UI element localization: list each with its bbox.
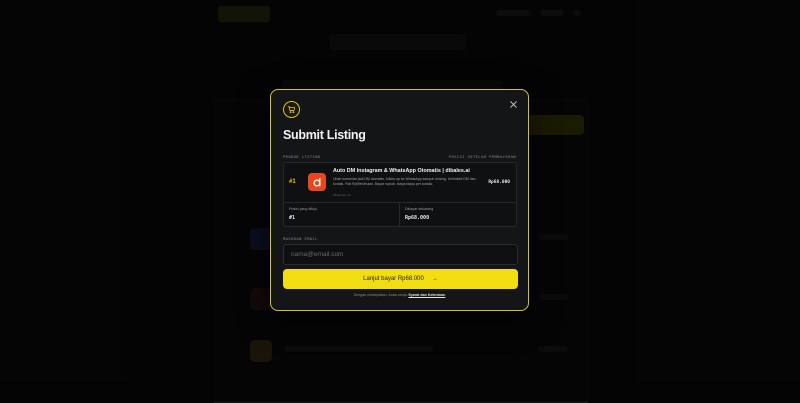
close-icon — [509, 100, 517, 108]
pay-now-label: Dibayar sekarang — [405, 207, 434, 211]
modal-title: Submit Listing — [283, 128, 366, 142]
listing-domain: dibales.ai — [333, 193, 352, 197]
listing-price: Rp68.000 — [488, 180, 510, 185]
terms-notice: Dengan melanjutkan, Anda setuju Syarat d… — [271, 293, 528, 297]
pay-now-value: Rp68.000 — [405, 215, 430, 221]
listing-summary: #1 Auto DM Instagram & WhatsApp Otomatis… — [284, 163, 516, 203]
dibales-logo-icon — [308, 173, 326, 191]
email-field-label: MASUKAN EMAIL — [283, 236, 318, 241]
listing-rank: #1 — [289, 179, 296, 185]
close-button[interactable] — [507, 98, 519, 110]
continue-payment-label: Lanjut bayar Rp68.000 — [363, 276, 424, 282]
listing-description: Ubah komentar jadi DM otomatis, follow-u… — [333, 177, 476, 186]
submit-listing-modal: Submit Listing PRODUK LISTING POSISI SET… — [270, 89, 529, 311]
listing-name: Auto DM Instagram & WhatsApp Otomatis | … — [333, 168, 470, 174]
target-position-value: #1 — [289, 215, 296, 221]
listing-card: #1 Auto DM Instagram & WhatsApp Otomatis… — [283, 162, 517, 227]
cart-icon — [283, 101, 300, 118]
listing-section-label: PRODUK LISTING — [283, 154, 321, 159]
pay-now-stat: Dibayar sekarang Rp68.000 — [400, 202, 516, 226]
target-position-stat: Posisi yang dituju #1 — [284, 202, 400, 226]
arrow-right-icon: → — [431, 276, 438, 282]
position-section-label: POSISI SETELAH PEMBAYARAN — [448, 154, 516, 159]
terms-link[interactable]: Syarat dan Ketentuan — [408, 293, 445, 297]
email-field[interactable] — [283, 244, 518, 265]
terms-prefix: Dengan melanjutkan, Anda setuju — [353, 293, 408, 297]
target-position-label: Posisi yang dituju — [289, 207, 317, 211]
continue-payment-button[interactable]: Lanjut bayar Rp68.000 → — [283, 269, 518, 289]
